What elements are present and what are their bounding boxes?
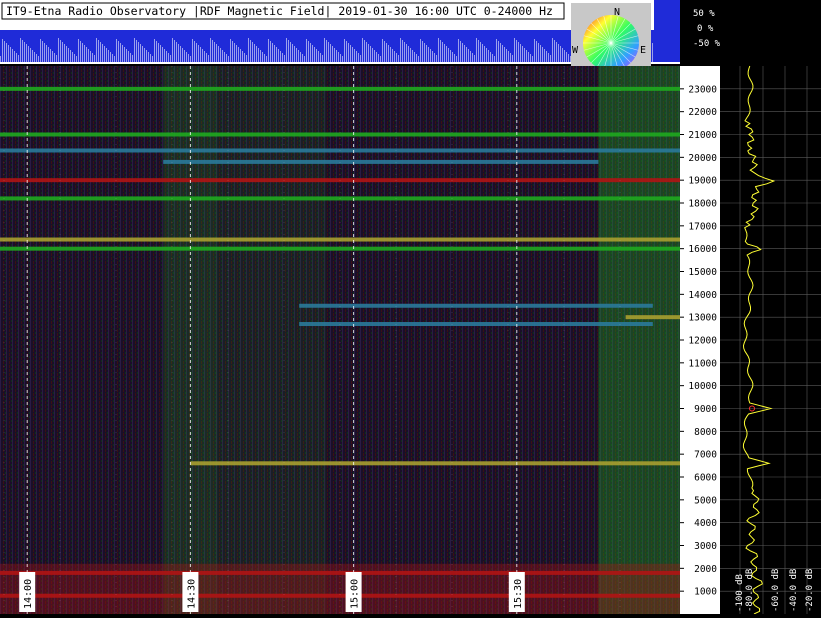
band-12700 — [299, 322, 653, 327]
phase-scale-strip — [654, 0, 680, 62]
time-tick-label: 14:30 — [186, 579, 197, 609]
band-19800 — [163, 159, 599, 164]
spectrum-tick-label: -100 dB — [735, 574, 745, 612]
frequency-tick-label: 1000 — [694, 587, 717, 598]
frequency-tick-label: 18000 — [688, 199, 717, 210]
phase-label-high: 50 % — [693, 9, 715, 19]
band-6600 — [190, 461, 680, 466]
frequency-tick-label: 3000 — [694, 541, 717, 552]
frequency-tick-label: 10000 — [688, 381, 717, 392]
frequency-tick-label: 8000 — [694, 427, 717, 438]
compass-north-label: N — [614, 7, 620, 18]
frequency-tick-label: 19000 — [688, 176, 717, 187]
frequency-tick-label: 14000 — [688, 290, 717, 301]
band-13500 — [299, 303, 653, 308]
frequency-tick-label: 17000 — [688, 221, 717, 232]
frequency-tick-label: 22000 — [688, 107, 717, 118]
band-21000 — [0, 132, 680, 137]
frequency-tick-label: 11000 — [688, 358, 717, 369]
phase-label-low: -50 % — [693, 39, 721, 49]
spectrum-tick-label: -40.0 dB — [789, 569, 799, 612]
frequency-tick-label: 15000 — [688, 267, 717, 278]
frequency-tick-label: 16000 — [688, 244, 717, 255]
frequency-tick-label: 5000 — [694, 495, 717, 506]
frequency-tick-label: 21000 — [688, 130, 717, 141]
chart-title: IT9-Etna Radio Observatory |RDF Magnetic… — [6, 4, 553, 18]
spectrum-tick-label: -80.0 dB — [745, 569, 755, 612]
spectrogram-plot — [0, 66, 680, 614]
compass-rays — [583, 15, 639, 71]
time-tick-label: 14:00 — [23, 579, 34, 609]
compass-east-label: E — [640, 45, 646, 56]
frequency-tick-label: 7000 — [694, 450, 717, 461]
time-tick-label: 15:30 — [513, 579, 524, 609]
frequency-tick-label: 12000 — [688, 336, 717, 347]
frequency-tick-label: 6000 — [694, 473, 717, 484]
frequency-tick-label: 4000 — [694, 518, 717, 529]
frequency-tick-label: 2000 — [694, 564, 717, 575]
band-13000 — [625, 315, 680, 320]
frequency-tick-label: 20000 — [688, 153, 717, 164]
spectrogram-viewer: IT9-Etna Radio Observatory |RDF Magnetic… — [0, 0, 821, 615]
frequency-tick-label: 23000 — [688, 84, 717, 95]
spectrum-tick-label: -60.0 dB — [771, 569, 781, 612]
compass-west-label: W — [572, 45, 579, 56]
band-1800 — [0, 570, 680, 575]
band-16000 — [0, 246, 680, 251]
frequency-tick-label: 9000 — [694, 404, 717, 415]
spectrogram-chart: IT9-Etna Radio Observatory |RDF Magnetic… — [0, 0, 821, 615]
phase-label-mid: 0 % — [697, 24, 714, 34]
time-tick-label: 15:00 — [350, 579, 361, 609]
frequency-tick-label: 13000 — [688, 313, 717, 324]
spectrum-tick-label: -20.0 dB — [805, 569, 815, 612]
